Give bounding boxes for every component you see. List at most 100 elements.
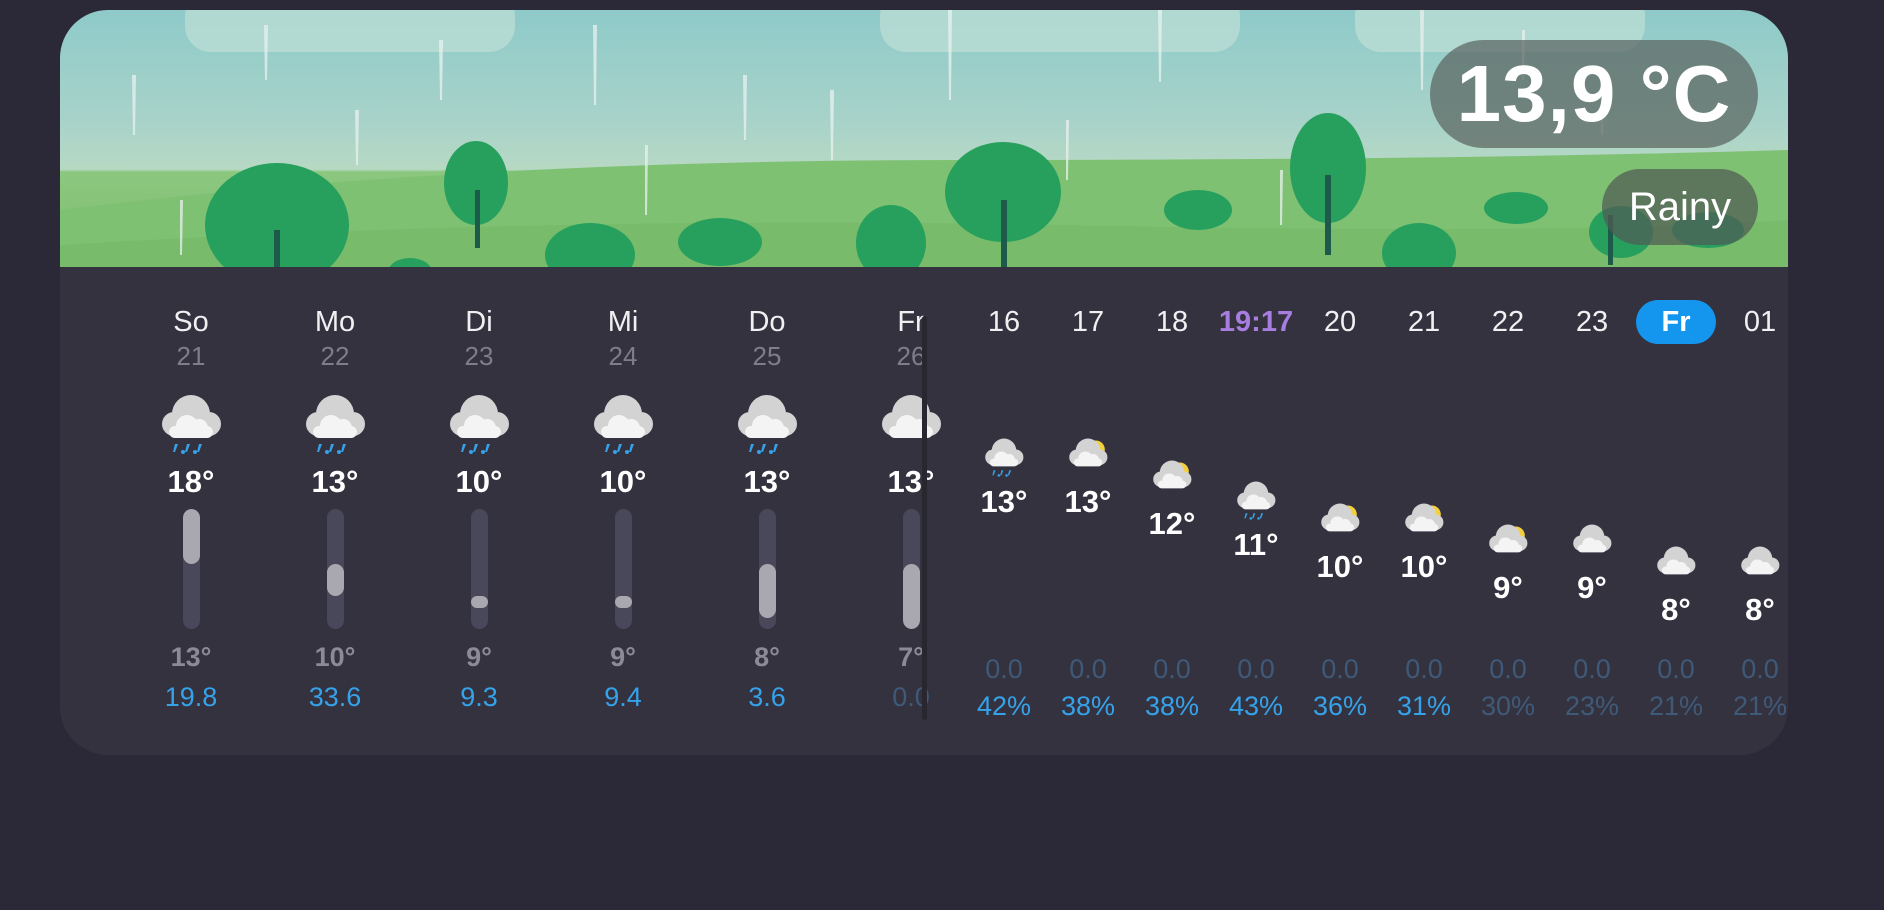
day-date: 21 [176, 341, 206, 371]
hourly-forecast-item: 23 9° 0.0 23% [1550, 10, 1634, 755]
temperature-range-bar [471, 509, 488, 629]
rain-cloud-icon [301, 382, 369, 462]
hourly-forecast-item: 22 9° 0.0 30% [1466, 10, 1550, 755]
hourly-forecast-item: 19:17 11° 0.0 43% [1214, 10, 1298, 755]
cloud-icon [1738, 538, 1782, 582]
day-high-temp: 10° [455, 464, 503, 499]
daily-forecast-item: Fr 26 13° 7° 0.0 [841, 10, 981, 755]
hour-precip-probability: 38% [1144, 691, 1200, 721]
cloud-icon [1654, 538, 1698, 582]
hour-temp: 11° [1233, 527, 1279, 563]
hourly-forecast-item: 16 13° 0.0 42% [962, 10, 1046, 755]
day-low-temp: 9° [610, 642, 636, 672]
daily-forecast-item: Mo 22 13° 10° 33.6 [265, 10, 405, 755]
hour-precipitation: 0.0 [1237, 654, 1275, 684]
day-low-temp: 8° [754, 642, 780, 672]
day-change-label: Fr [1636, 300, 1716, 344]
hour-label: 22 [1491, 306, 1525, 338]
hour-temp: 12° [1148, 505, 1196, 541]
hour-precipitation: 0.0 [1573, 654, 1611, 684]
partly-cloudy-icon [1066, 430, 1110, 474]
day-low-temp: 9° [466, 642, 492, 672]
partly-cloudy-icon [1318, 495, 1362, 539]
hour-temp: 13° [980, 484, 1028, 519]
day-precipitation: 9.4 [604, 682, 642, 712]
hour-precipitation: 0.0 [1153, 654, 1191, 684]
hour-precipitation: 0.0 [985, 654, 1023, 684]
partly-cloudy-icon [1150, 452, 1194, 496]
daily-forecast-item: Do 25 13° 8° 3.6 [697, 10, 837, 755]
temperature-range-fill [327, 563, 344, 597]
day-high-temp: 13° [887, 464, 935, 499]
day-low-temp: 10° [314, 642, 356, 672]
hour-precipitation: 0.0 [1405, 654, 1443, 684]
hour-precip-probability: 38% [1060, 691, 1116, 721]
day-low-temp: 7° [898, 642, 924, 672]
hour-label: 21 [1407, 306, 1441, 338]
hourly-forecast-item: 01 8° 0.0 21% [1718, 10, 1788, 755]
rain-cloud-icon [733, 382, 801, 462]
hour-precip-probability: 42% [976, 691, 1032, 721]
day-precipitation: 19.8 [164, 682, 218, 712]
temperature-range-bar [183, 509, 200, 629]
hour-precip-probability: 23% [1564, 691, 1620, 721]
day-precipitation: 0.0 [892, 682, 930, 712]
hour-precipitation: 0.0 [1321, 654, 1359, 684]
hour-label: 01 [1743, 306, 1777, 338]
temperature-range-bar [327, 509, 344, 629]
day-precipitation: 33.6 [308, 682, 362, 712]
daily-forecast-item: So 21 18° 13° 19.8 [121, 10, 261, 755]
temperature-range-fill [615, 596, 632, 609]
day-date: 22 [320, 341, 350, 371]
hour-label: 18 [1155, 306, 1189, 338]
day-name: Mo [314, 306, 356, 338]
partly-cloudy-icon [1486, 516, 1530, 560]
hourly-forecast-item: Fr 8° 0.0 21% [1634, 10, 1718, 755]
hour-temp: 13° [1064, 484, 1112, 519]
hour-precipitation: 0.0 [1741, 654, 1779, 684]
hour-precip-probability: 43% [1228, 691, 1284, 721]
day-high-temp: 18° [167, 464, 215, 499]
daily-forecast-item: Mi 24 10° 9° 9.4 [553, 10, 693, 755]
hour-temp: 8° [1745, 592, 1775, 627]
hourly-forecast-item: 18 12° 0.0 38% [1130, 10, 1214, 755]
temperature-range-bar [615, 509, 632, 629]
day-low-temp: 13° [170, 642, 212, 672]
hour-label: 16 [987, 306, 1021, 338]
hour-precip-probability: 31% [1396, 691, 1452, 721]
hour-temp: 8° [1661, 592, 1691, 627]
hour-label: 20 [1323, 306, 1357, 338]
hour-precip-probability: 21% [1732, 691, 1788, 721]
hour-label: 17 [1071, 306, 1105, 338]
daily-forecast-item: Di 23 10° 9° 9.3 [409, 10, 549, 755]
weather-card: 13,9 °C Rainy So 21 18° 13° 19.8 Mo 22 13° 10° 33… [60, 10, 1788, 755]
cloud-icon [877, 382, 945, 462]
temperature-range-fill [471, 596, 488, 609]
rain-cloud-icon [589, 382, 657, 462]
day-date: 26 [896, 341, 926, 371]
day-high-temp: 10° [599, 464, 647, 499]
cloud-icon [1570, 516, 1614, 560]
day-name: Do [748, 306, 786, 338]
temperature-range-fill [183, 509, 200, 564]
day-name: Fr [897, 306, 925, 338]
hour-precipitation: 0.0 [1489, 654, 1527, 684]
current-time-label: 19:17 [1218, 306, 1294, 338]
temperature-range-bar [759, 509, 776, 629]
hour-temp: 10° [1316, 548, 1364, 584]
hour-label: 23 [1575, 306, 1609, 338]
hour-precip-probability: 36% [1312, 691, 1368, 721]
day-name: Di [465, 306, 493, 338]
day-date: 24 [608, 341, 638, 371]
rain-cloud-icon [157, 382, 225, 462]
hour-precipitation: 0.0 [1657, 654, 1695, 684]
temperature-range-fill [903, 563, 920, 629]
hourly-forecast-item: 21 10° 0.0 31% [1382, 10, 1466, 755]
day-precipitation: 3.6 [748, 682, 786, 712]
temperature-range-bar [903, 509, 920, 629]
hour-temp: 9° [1577, 570, 1607, 606]
day-date: 25 [752, 341, 782, 371]
day-name: So [173, 306, 209, 338]
partly-cloudy-icon [1402, 495, 1446, 539]
forecast-divider [922, 316, 927, 720]
